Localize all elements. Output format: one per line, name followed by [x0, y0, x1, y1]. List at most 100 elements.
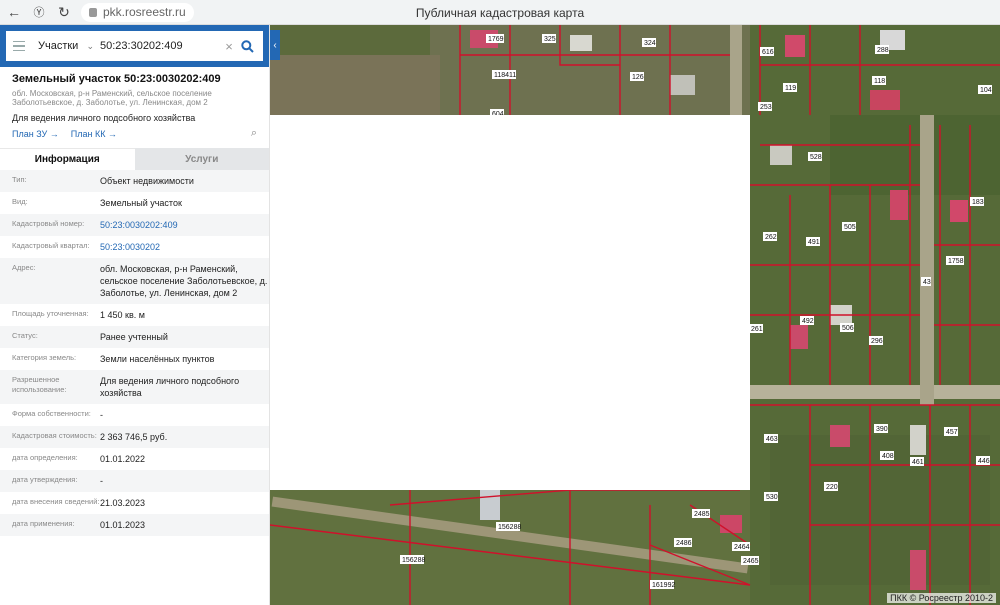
row-value: 1 450 кв. м [100, 310, 145, 320]
info-row: Кадастровый номер: 50:23:0030202:409 [0, 214, 269, 236]
parcel-label: 506 [842, 325, 854, 332]
info-row: дата утверждения: - [0, 470, 269, 492]
parcel-label: 156288 [402, 557, 425, 564]
collapse-panel-button[interactable]: ‹ [270, 30, 280, 60]
search-icon [240, 39, 254, 53]
row-value: 01.01.2023 [100, 520, 146, 530]
row-label: Кадастровый номер: [12, 219, 85, 228]
row-value: - [100, 476, 103, 486]
info-panel: Участки ⌄ × Земельный участок 50:23:0030… [0, 25, 270, 605]
parcel-label: 288 [877, 47, 889, 54]
row-label: Кадастровый квартал: [12, 241, 90, 250]
plan-links: План ЗУ → План КК → ⌕ [12, 127, 257, 140]
plan-zu-link[interactable]: План ЗУ → [12, 129, 59, 139]
parcel-label: 2465 [743, 558, 759, 565]
info-row: дата внесения сведений: 21.03.2023 [0, 492, 269, 514]
info-row: дата определения: 01.01.2022 [0, 448, 269, 470]
cadastral-number-link[interactable]: 50:23:0030202:409 [100, 219, 269, 231]
parcel-label: 118 [874, 78, 885, 85]
map-tile-loading-area [270, 115, 750, 490]
row-label: Адрес: [12, 263, 36, 272]
row-label: Вид: [12, 197, 28, 206]
search-type-label: Участки [38, 40, 79, 52]
row-label: Площадь уточненная: [12, 309, 89, 318]
object-address: обл. Московская, р-н Раменский, сельское… [12, 89, 212, 107]
row-label: дата утверждения: [12, 475, 78, 484]
plan-kk-link[interactable]: План КК → [71, 129, 117, 139]
parcel-label: 118411 [494, 72, 516, 79]
parcel-label: 1758 [948, 258, 964, 265]
row-value: Ранее учтенный [100, 332, 168, 342]
parcel-label: 2464 [734, 544, 750, 551]
info-row: Кадастровая стоимость: 2 363 746,5 руб. [0, 426, 269, 448]
row-value: 21.03.2023 [100, 498, 146, 508]
row-label: Тип: [12, 175, 27, 184]
row-value: обл. Московская, р-н Раменский, сельское… [100, 264, 268, 298]
parcel-label: 390 [876, 426, 888, 433]
parcel-label: 220 [826, 484, 838, 491]
chevron-down-icon: ⌄ [86, 40, 94, 51]
row-label: дата внесения сведений: [12, 497, 100, 506]
object-purpose: Для ведения личного подсобного хозяйства [12, 113, 196, 123]
info-row: Адрес: обл. Московская, р-н Раменский, се… [0, 258, 269, 304]
row-label: Кадастровая стоимость: [12, 431, 97, 440]
row-value: 2 363 746,5 руб. [100, 432, 168, 442]
info-row: Кадастровый квартал: 50:23:0030202 [0, 236, 269, 258]
parcel-label: 126 [632, 74, 644, 81]
panel-tabs: Информация Услуги [0, 148, 269, 170]
parcel-label: 183 [972, 199, 984, 206]
search-button[interactable] [236, 39, 258, 53]
parcel-label: 2485 [694, 511, 710, 518]
parcel-label: 530 [766, 494, 778, 501]
parcel-label: 492 [802, 318, 814, 325]
cadastral-quarter-link[interactable]: 50:23:0030202 [100, 241, 269, 253]
tab-info[interactable]: Информация [0, 148, 135, 170]
zoom-to-object-icon[interactable]: ⌕ [251, 127, 257, 140]
chevron-left-icon: ‹ [273, 39, 277, 51]
clear-icon[interactable]: × [222, 39, 236, 54]
address-bar[interactable]: pkk.rosreestr.ru [81, 2, 194, 22]
parcel-label: 262 [765, 234, 777, 241]
parcel-label: 457 [946, 429, 958, 436]
info-row: Тип: Объект недвижимости [0, 170, 269, 192]
parcel-label: 325 [544, 36, 556, 43]
map-credit: ПКК © Росреестр 2010-2 [887, 593, 996, 603]
browser-toolbar: ← Ⓨ ↻ pkk.rosreestr.ru Публичная кадастр… [0, 0, 1000, 25]
parcel-label: 161992 [652, 582, 675, 589]
info-table: Тип: Объект недвижимости Вид: Земельный уч… [0, 170, 269, 536]
back-icon[interactable]: ← [3, 1, 25, 23]
parcel-label: 1769 [488, 36, 504, 43]
row-label: Категория земель: [12, 353, 77, 362]
row-value: Для ведения личного подсобного хозяйства [100, 376, 240, 398]
menu-icon[interactable] [6, 40, 32, 52]
search-type-select[interactable]: Участки ⌄ [32, 40, 94, 52]
object-title: Земельный участок 50:23:0030202:409 [12, 73, 221, 85]
parcel-label: 446 [978, 458, 990, 465]
reload-icon[interactable]: ↻ [53, 1, 75, 23]
parcel-label: 324 [644, 40, 656, 47]
tab-services[interactable]: Услуги [134, 148, 269, 170]
url-text: pkk.rosreestr.ru [103, 5, 186, 19]
parcel-label: 528 [810, 154, 822, 161]
info-row: Разрешенное использование: Для ведения ли… [0, 370, 269, 404]
row-value: Объект недвижимости [100, 176, 194, 186]
parcel-label: 461 [912, 459, 924, 466]
parcel-label: 616 [762, 49, 774, 56]
yandex-icon[interactable]: Ⓨ [28, 1, 50, 23]
row-label: Форма собственности: [12, 409, 91, 418]
parcel-label: 2486 [676, 540, 692, 547]
info-row: дата применения: 01.01.2023 [0, 514, 269, 536]
parcel-label: 491 [808, 239, 820, 246]
lock-icon [89, 7, 97, 17]
info-row: Вид: Земельный участок [0, 192, 269, 214]
info-row: Площадь уточненная: 1 450 кв. м [0, 304, 269, 326]
parcel-label: 119 [785, 85, 796, 92]
search-input[interactable] [94, 40, 222, 52]
parcel-label: 463 [766, 436, 778, 443]
row-label: дата применения: [12, 519, 75, 528]
parcel-label: 296 [871, 338, 883, 345]
info-row: Категория земель: Земли населённых пункто… [0, 348, 269, 370]
object-header: Земельный участок 50:23:0030202:409 обл.… [0, 67, 269, 139]
cadastral-map[interactable]: 1769 325 324 616 288 118411 126 119 118 … [270, 25, 1000, 605]
row-value: 01.01.2022 [100, 454, 146, 464]
